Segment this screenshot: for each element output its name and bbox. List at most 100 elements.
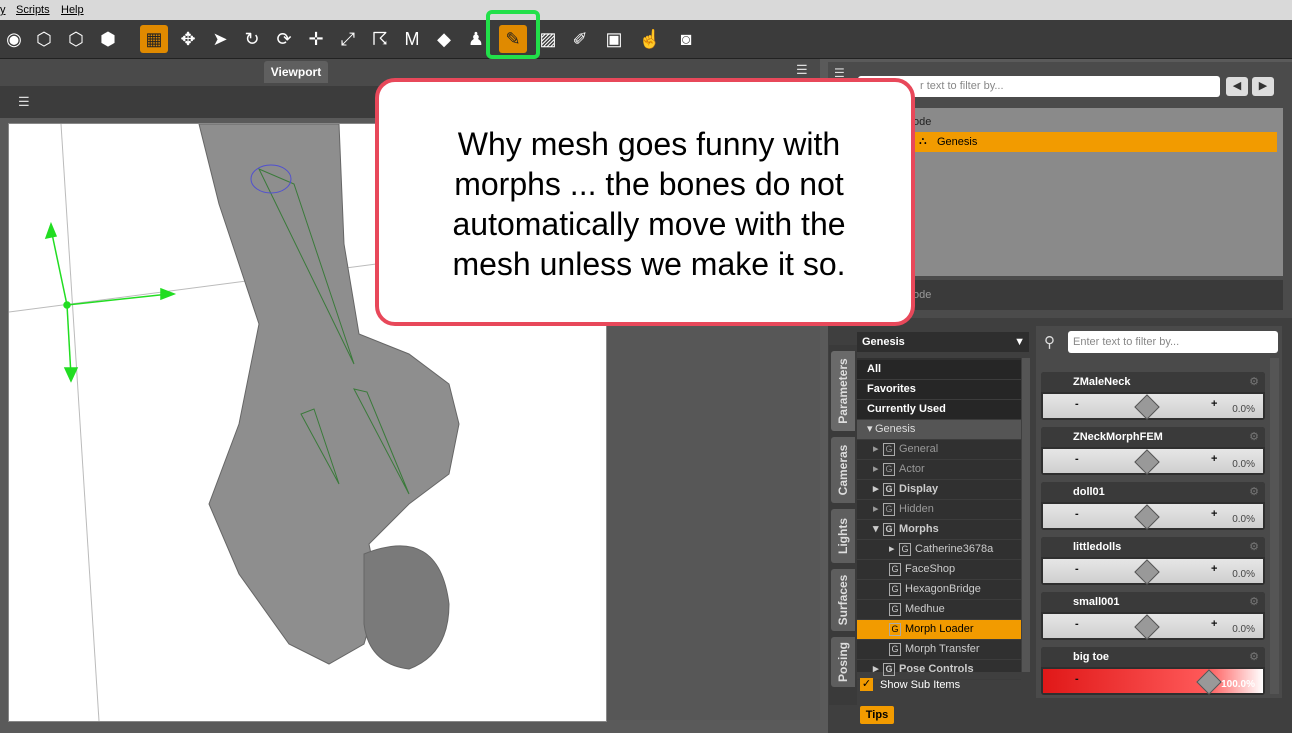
parameter-slider-2[interactable]: doll01 ⚙ - +0.0% [1041,482,1265,530]
menu-item-window[interactable]: y [0,4,6,16]
orbit-icon[interactable]: ◉ [0,25,28,53]
decrement-icon[interactable]: - [1075,453,1079,465]
scene-prev-button[interactable]: ◀ [1226,77,1248,96]
menu-bar: y Scripts Help [0,0,1292,20]
gear-icon[interactable]: ⚙ [1249,595,1259,608]
node-cube-icon[interactable]: ⬢ [94,25,122,53]
camera-plus-icon[interactable]: ▣ [600,25,628,53]
tree-row[interactable]: ▸ G Pose Controls [857,660,1021,680]
tree-row[interactable]: ▸ G Catherine3678a [857,540,1021,560]
parameter-slider-3[interactable]: littledolls ⚙ - +0.0% [1041,537,1265,585]
tab-lights[interactable]: Lights [831,509,855,563]
tree-row-label: Morph Loader [905,623,974,635]
tree-row[interactable]: G FaceShop [857,560,1021,580]
tab-cameras[interactable]: Cameras [831,437,855,503]
viewport-menu-icon[interactable]: ☰ [18,94,30,110]
parameter-slider-4[interactable]: small001 ⚙ - +0.0% [1041,592,1265,640]
geometry-editor-icon[interactable]: ◆ [430,25,458,53]
rotate-icon[interactable]: ⟳ [270,25,298,53]
scene-next-button[interactable]: ▶ [1252,77,1274,96]
decrement-icon[interactable]: - [1075,563,1079,575]
parameter-value: 0.0% [1232,404,1255,415]
expand-arrow-icon: ▾ [873,523,879,535]
parameter-value: 100.0% [1221,679,1255,690]
tree-row[interactable]: ▾ G Morphs [857,520,1021,540]
parameter-value: 0.0% [1232,514,1255,525]
parameter-slider-0[interactable]: ZMaleNeck ⚙ - +0.0% [1041,372,1265,420]
camera-icon[interactable]: ◙ [672,25,700,53]
tree-row-label: FaceShop [905,563,956,575]
pointer-icon[interactable]: ➤ [206,25,234,53]
tree-row[interactable]: ▸ G Display [857,480,1021,500]
tree-row[interactable]: All [857,360,1021,380]
bend-icon[interactable]: ☈ [366,25,394,53]
parameter-slider-5[interactable]: big toe ⚙ - 100.0% [1041,647,1265,695]
translate-icon[interactable]: ✛ [302,25,330,53]
parameter-label: small001 [1073,596,1120,608]
decrement-icon[interactable]: - [1075,673,1079,685]
node-add-icon[interactable]: ⬡ [30,25,58,53]
increment-icon[interactable]: + [1211,453,1217,465]
decrement-icon[interactable]: - [1075,508,1079,520]
tab-viewport[interactable]: Viewport [264,61,328,83]
edit-image-icon[interactable]: ✐ [566,25,594,53]
tree-row-label: Display [899,483,939,495]
tree-row[interactable]: G Medhue [857,600,1021,620]
decrement-icon[interactable]: - [1075,618,1079,630]
tab-parameters[interactable]: Parameters [831,351,855,431]
tree-row[interactable]: ▾ Genesis [857,420,1021,440]
node-remove-icon[interactable]: ⬡ [62,25,90,53]
tab-surfaces[interactable]: Surfaces [831,569,855,631]
tips-button[interactable]: Tips [860,706,894,724]
tree-row[interactable]: Currently Used [857,400,1021,420]
grid-icon[interactable]: ▦ [140,25,168,53]
parameter-value: 0.0% [1232,569,1255,580]
parameter-value: 0.0% [1232,459,1255,470]
parameter-filter-input[interactable]: Enter text to filter by... [1068,331,1278,353]
tree-row[interactable]: G Morph Transfer [857,640,1021,660]
tree-row[interactable]: G Morph Loader [857,620,1021,640]
expand-arrow-icon: ▸ [889,543,895,555]
scene-row-genesis[interactable]: ⛬ Genesis [913,132,1277,152]
hand-pointer-icon[interactable]: ☝ [636,25,664,53]
tree-row-label: Morphs [899,523,939,535]
menu-item-help[interactable]: Help [61,4,84,16]
increment-icon[interactable]: + [1211,563,1217,575]
tree-row[interactable]: ▸ G Hidden [857,500,1021,520]
transform-gizmo [44,221,177,383]
tree-row[interactable]: Favorites [857,380,1021,400]
gear-icon[interactable]: ⚙ [1249,375,1259,388]
expand-arrow-icon: ▸ [873,483,879,495]
show-sub-items-checkbox[interactable]: ✓ Show Sub Items [860,678,1030,694]
rotate-pointer-icon[interactable]: ↻ [238,25,266,53]
decrement-icon[interactable]: - [1075,398,1079,410]
scale-icon[interactable]: ⤢ [334,25,362,53]
vertical-tab-bar: Parameters Cameras Lights Surfaces Posin… [829,345,857,705]
pane-options-icon[interactable]: ☰ [796,62,814,78]
increment-icon[interactable]: + [1211,618,1217,630]
group-icon: G [889,603,901,616]
node-selector[interactable]: Genesis ▼ [857,332,1029,352]
menu-item-scripts[interactable]: Scripts [16,4,50,16]
gear-icon[interactable]: ⚙ [1249,430,1259,443]
group-icon: G [883,483,895,496]
increment-icon[interactable]: + [1211,508,1217,520]
group-icon: G [883,523,895,536]
params-scrollbar[interactable] [1270,358,1279,694]
tree-row[interactable]: ▸ G General [857,440,1021,460]
expand-arrow-icon: ▸ [873,463,879,475]
active-tool-highlight [486,10,540,59]
morph-m-icon[interactable]: M [398,25,426,53]
gear-icon[interactable]: ⚙ [1249,650,1259,663]
tree-row[interactable]: ▸ G Actor [857,460,1021,480]
gear-icon[interactable]: ⚙ [1249,485,1259,498]
tree-scrollbar[interactable] [1022,358,1030,672]
checkmark-icon: ✓ [860,678,873,691]
gear-icon[interactable]: ⚙ [1249,540,1259,553]
tab-posing[interactable]: Posing [831,637,855,687]
tree-row[interactable]: G HexagonBridge [857,580,1021,600]
parameter-label: big toe [1073,651,1110,663]
increment-icon[interactable]: + [1211,398,1217,410]
parameter-slider-1[interactable]: ZNeckMorphFEM ⚙ - +0.0% [1041,427,1265,475]
universal-tool-icon[interactable]: ✥ [174,25,202,53]
